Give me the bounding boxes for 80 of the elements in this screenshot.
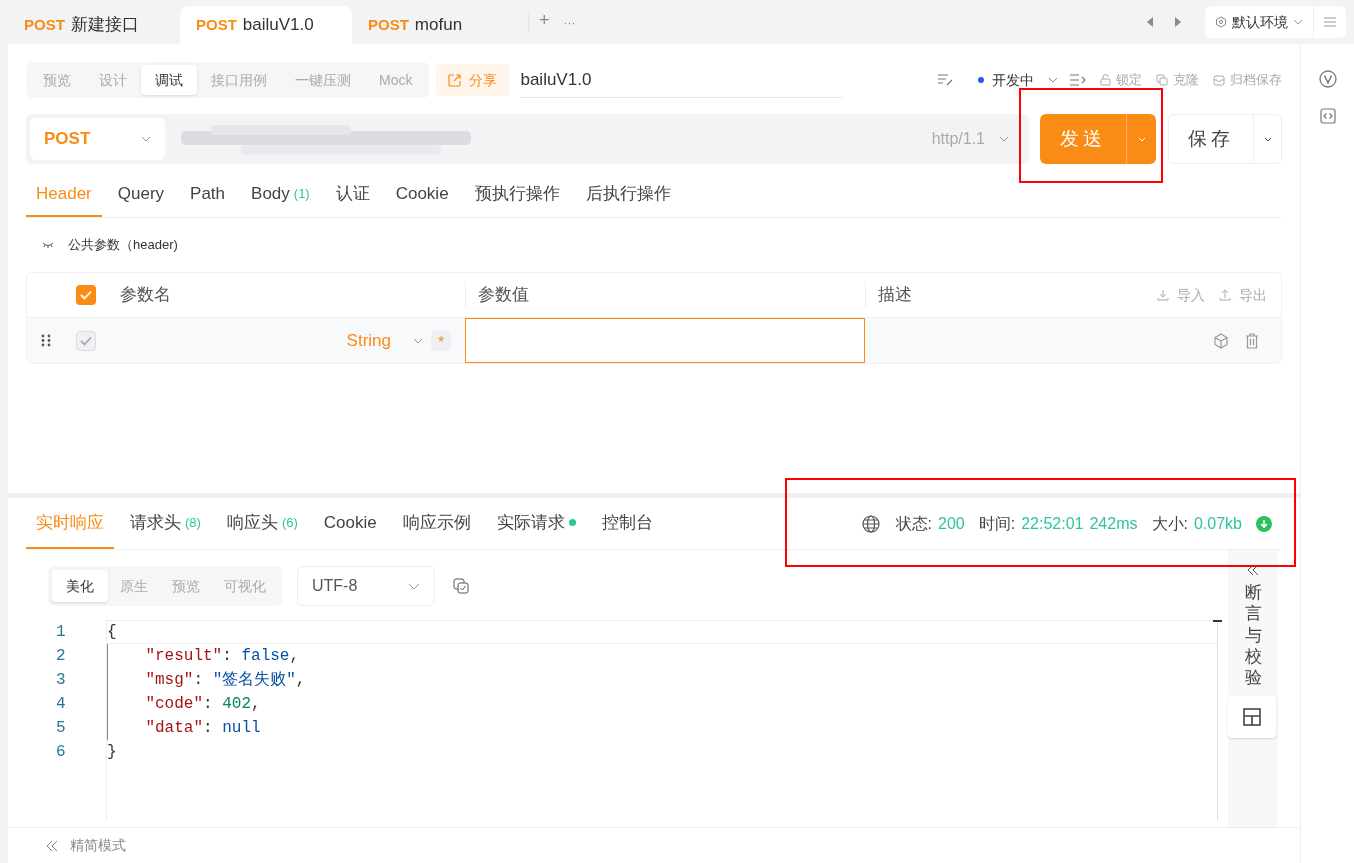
chevron-down-icon	[141, 136, 151, 142]
checkbox[interactable]	[76, 330, 96, 351]
column-header: 参数值	[478, 285, 529, 305]
double-chevron-left-icon[interactable]	[46, 839, 58, 852]
double-chevron-left-icon[interactable]	[1247, 564, 1259, 576]
chevron-down-icon	[413, 337, 423, 344]
code-line: "data": null	[144, 718, 262, 739]
download-icon[interactable]	[1256, 515, 1272, 532]
line-number: 5	[56, 718, 67, 739]
closed-eye-icon[interactable]	[42, 241, 54, 249]
copy-icon[interactable]	[453, 578, 469, 594]
line-number: 3	[56, 670, 67, 691]
chevron-down-icon	[1263, 136, 1272, 142]
section-tab[interactable]: 实际请求	[486, 498, 586, 549]
section-tab[interactable]: Body (1)	[241, 172, 320, 217]
line-number: 6	[56, 742, 67, 763]
status-select[interactable]: 开发中	[978, 69, 1058, 91]
meta-label: 时间:	[978, 513, 1016, 534]
hexagon-icon	[1215, 16, 1227, 28]
cube-icon[interactable]	[1213, 332, 1229, 349]
section-tab[interactable]: Cookie	[385, 172, 459, 217]
code-line: {	[107, 622, 118, 643]
download-icon	[1157, 289, 1169, 301]
line-number: 4	[56, 694, 67, 715]
code-line: "code": 402,	[144, 694, 262, 715]
mode-tab[interactable]: 调试	[141, 65, 197, 95]
scroll-right-icon[interactable]	[1174, 17, 1181, 27]
section-tab[interactable]: 响应头 (6)	[216, 498, 308, 549]
section-tab[interactable]: Cookie	[313, 498, 387, 549]
line-number: 2	[56, 646, 67, 667]
meta-value: 22:52:01	[1021, 513, 1084, 534]
param-value-input[interactable]	[465, 318, 865, 363]
version-icon[interactable]	[1318, 70, 1337, 88]
edit-list-icon[interactable]	[938, 74, 954, 86]
checkmark-icon	[80, 335, 92, 346]
checkbox[interactable]	[76, 285, 96, 305]
checkmark-icon	[80, 290, 92, 300]
document-tab[interactable]: POST bailuV1.0	[180, 6, 352, 44]
code-line: }	[107, 742, 118, 763]
chevron-down-icon	[1048, 77, 1058, 83]
public-params-label: 公共参数（header)	[68, 236, 178, 255]
code-line: "result": false,	[144, 646, 301, 667]
section-tab[interactable]: 认证	[325, 172, 380, 217]
chevron-down-icon	[1137, 136, 1146, 142]
meta-value: 0.07kb	[1193, 513, 1242, 534]
assertion-panel-tab[interactable]: 断言与校验	[1244, 582, 1262, 689]
lock-icon	[1100, 74, 1111, 86]
meta-label: 状态:	[895, 513, 933, 534]
scroll-left-icon[interactable]	[1147, 17, 1154, 27]
section-tab[interactable]: 预执行操作	[464, 172, 570, 217]
chevron-down-icon	[1293, 19, 1303, 25]
chevron-down-icon	[408, 582, 420, 590]
trash-icon[interactable]	[1245, 332, 1259, 349]
view-tab[interactable]: 美化	[52, 570, 108, 602]
column-header: 描述	[878, 284, 912, 307]
archive-icon	[1213, 74, 1225, 86]
clone-icon	[1156, 74, 1168, 86]
meta-label: 大小:	[1151, 513, 1188, 534]
encoding-select[interactable]: UTF-8	[297, 566, 435, 606]
share-icon	[448, 73, 462, 87]
upload-icon	[1219, 289, 1231, 301]
collapse-lines-icon[interactable]	[1070, 74, 1086, 86]
section-tab[interactable]: Query	[107, 172, 175, 217]
chevron-down-icon	[999, 136, 1009, 142]
layout-icon[interactable]	[1243, 708, 1261, 726]
section-tab[interactable]: 响应示例	[392, 498, 481, 549]
section-tab[interactable]: 请求头 (8)	[120, 498, 211, 549]
code-line: "msg": "签名失败",	[144, 670, 307, 691]
section-tab[interactable]: 控制台	[591, 498, 663, 549]
section-tab[interactable]: 后执行操作	[575, 172, 681, 217]
section-tab[interactable]: Path	[180, 172, 236, 217]
globe-icon[interactable]	[861, 514, 880, 533]
api-name-field[interactable]: bailuV1.0	[520, 62, 843, 98]
drag-handle-icon[interactable]	[41, 334, 51, 347]
compact-mode-toggle[interactable]: 精简模式	[70, 835, 126, 856]
code-icon[interactable]	[1319, 108, 1336, 124]
meta-value: 242ms	[1089, 513, 1138, 534]
meta-value: 200	[938, 513, 965, 534]
line-number: 1	[56, 622, 67, 643]
column-header: 参数名	[120, 284, 171, 307]
